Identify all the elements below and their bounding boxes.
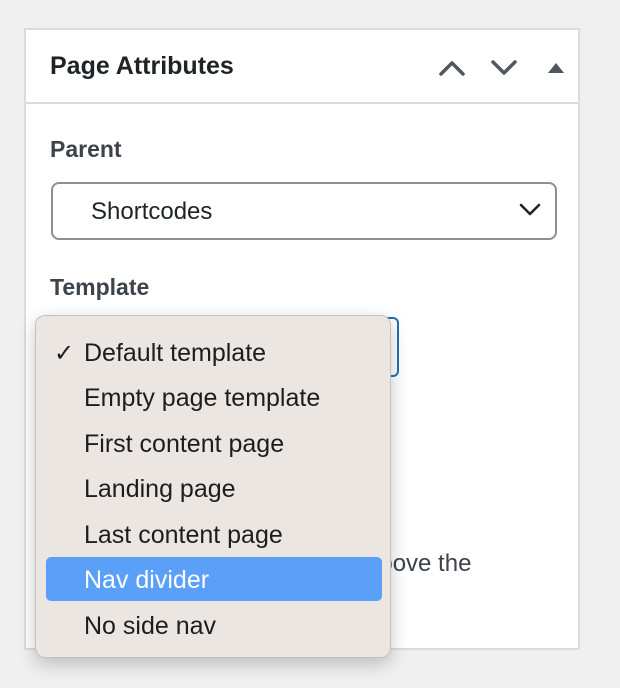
parent-select-value: Shortcodes <box>91 198 213 225</box>
template-option[interactable]: First content page <box>46 421 382 465</box>
template-option[interactable]: ✓ Default template <box>46 330 382 374</box>
chevron-down-icon <box>491 60 517 75</box>
panel-title: Page Attributes <box>50 52 234 80</box>
checkmark-icon: ✓ <box>54 340 75 367</box>
template-option-label: Last content page <box>84 521 283 549</box>
template-option-label: No side nav <box>84 612 217 640</box>
chevron-down-icon <box>519 203 541 216</box>
toggle-panel-button[interactable] <box>540 52 572 84</box>
template-option-label: Empty page template <box>84 384 321 412</box>
template-dropdown-menu: ✓ Default template Empty page template Firs… <box>35 315 391 658</box>
triangle-up-icon <box>548 63 564 73</box>
template-option[interactable]: Nav divider <box>46 557 382 601</box>
template-option[interactable]: Last content page <box>46 512 382 556</box>
parent-label: Parent <box>50 136 122 162</box>
template-option[interactable]: No side nav <box>46 603 382 647</box>
template-option[interactable]: Empty page template <box>46 375 382 419</box>
template-label: Template <box>50 274 150 300</box>
template-option-label: Nav divider <box>84 566 210 594</box>
parent-select[interactable]: Shortcodes <box>51 182 557 240</box>
panel-header: Page Attributes <box>26 30 578 104</box>
template-option[interactable]: Landing page <box>46 466 382 510</box>
move-down-button[interactable] <box>488 52 520 84</box>
template-option-label: Landing page <box>84 475 236 503</box>
template-option-label: Default template <box>84 339 267 367</box>
template-option-label: First content page <box>84 430 285 458</box>
move-up-button[interactable] <box>436 52 468 84</box>
chevron-up-icon <box>439 61 465 76</box>
